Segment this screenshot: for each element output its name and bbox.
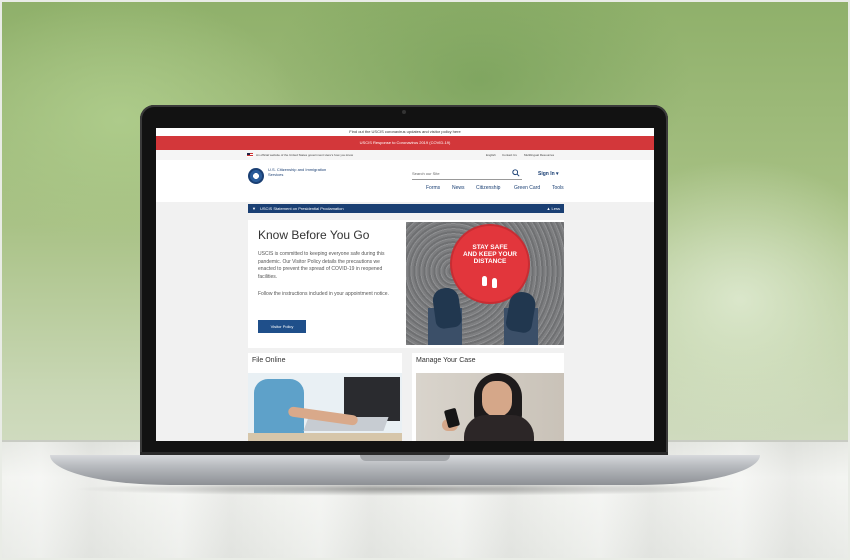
statement-banner-text: USCIS Statement on Presidential Proclama…: [260, 206, 344, 211]
search-icon[interactable]: [512, 169, 520, 177]
sign-line-1: STAY SAFE: [472, 244, 508, 251]
sign-in-button[interactable]: Sign In ▾: [538, 169, 559, 179]
sign-line-3: DISTANCE: [473, 258, 507, 265]
manage-case-photo: [416, 373, 564, 441]
footprint-icon: [482, 276, 487, 286]
nav-citizenship[interactable]: Citizenship: [476, 185, 500, 191]
feature-title: Know Before You Go: [258, 228, 370, 242]
desk: [248, 433, 402, 441]
file-online-photo: [248, 373, 402, 441]
webcam: [402, 110, 406, 114]
statement-toggle[interactable]: ▲ Less: [546, 204, 560, 213]
alert-bar[interactable]: USCIS Response to Coronavirus 2019 (COVI…: [156, 136, 654, 150]
agency-name[interactable]: U.S. Citizenship and Immigration Service…: [268, 167, 328, 177]
footprint-icon: [492, 278, 497, 288]
nav-green-card[interactable]: Green Card: [514, 185, 540, 191]
sign-line-2: AND KEEP YOUR: [463, 251, 517, 258]
language-link[interactable]: English: [486, 150, 496, 160]
multilingual-link[interactable]: Multilingual Resources: [524, 150, 554, 160]
us-flag-icon: [247, 153, 253, 157]
manage-case-card[interactable]: Manage Your Case: [412, 353, 564, 441]
gov-banner-text[interactable]: An official website of the United States…: [256, 150, 353, 160]
distance-sign-text: STAY SAFE AND KEEP YOUR DISTANCE: [452, 244, 528, 265]
utility-bar: An official website of the United States…: [156, 150, 654, 160]
nav-news[interactable]: News: [452, 185, 465, 191]
visitor-policy-button[interactable]: Visitor Policy: [258, 320, 306, 333]
laptop-screen: Find out the USCIS coronavirus updates a…: [156, 128, 654, 441]
left-shoe: [431, 286, 463, 330]
site-header: U.S. Citizenship and Immigration Service…: [156, 160, 654, 202]
feature-card: Know Before You Go USCIS is committed to…: [248, 220, 564, 348]
top-notice-bar[interactable]: Find out the USCIS coronavirus updates a…: [156, 128, 654, 136]
search-input[interactable]: Search our Site: [412, 169, 522, 180]
nav-forms[interactable]: Forms: [426, 185, 440, 191]
manage-case-title[interactable]: Manage Your Case: [416, 357, 476, 364]
distance-sign: STAY SAFE AND KEEP YOUR DISTANCE: [452, 226, 528, 302]
file-online-card[interactable]: File Online: [248, 353, 402, 441]
distance-sign-photo: STAY SAFE AND KEEP YOUR DISTANCE: [406, 222, 564, 345]
laptop-notch: [360, 455, 450, 461]
nav-tools[interactable]: Tools: [552, 185, 564, 191]
chevron-down-icon: ▼: [252, 206, 256, 211]
feature-follow-text: Follow the instructions included in your…: [258, 291, 389, 297]
dhs-seal-icon[interactable]: [248, 168, 264, 184]
contact-us-link[interactable]: Contact Us: [502, 150, 517, 160]
feature-body: USCIS is committed to keeping everyone s…: [258, 251, 385, 280]
woman-face: [482, 381, 512, 417]
file-online-title[interactable]: File Online: [252, 357, 285, 364]
statement-banner[interactable]: ▼ USCIS Statement on Presidential Procla…: [248, 204, 564, 213]
woman-body: [464, 415, 534, 441]
